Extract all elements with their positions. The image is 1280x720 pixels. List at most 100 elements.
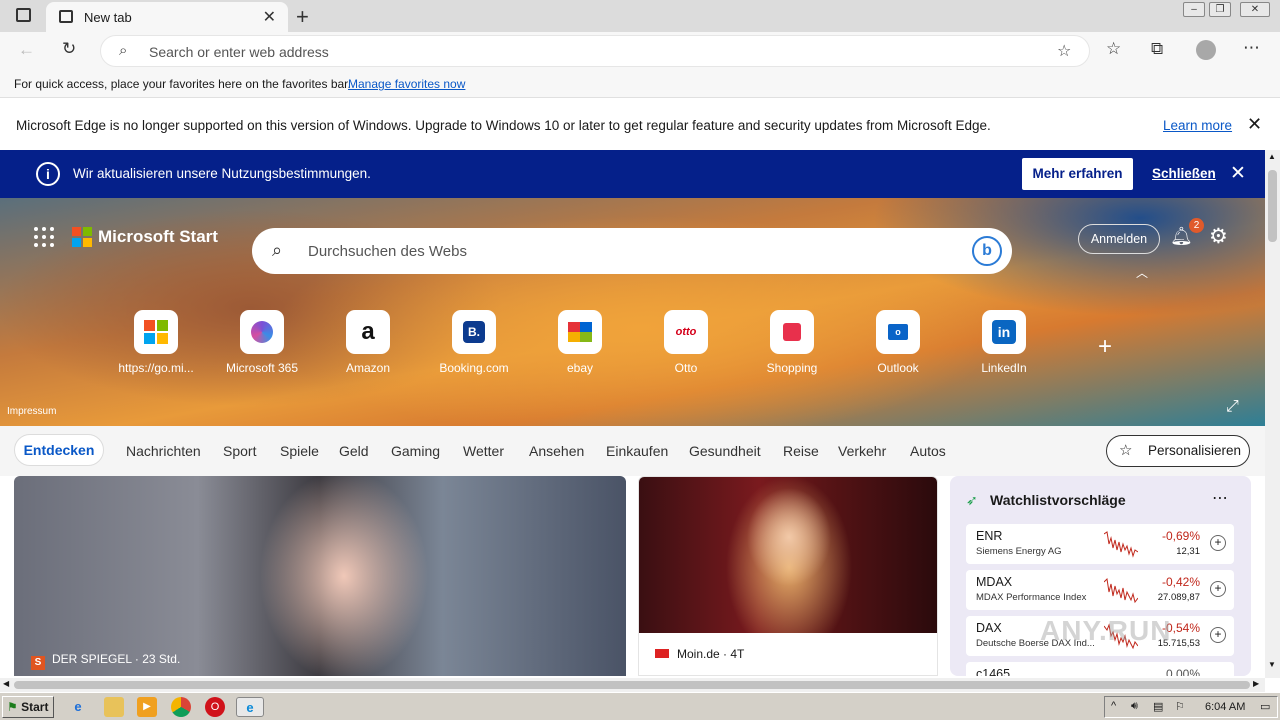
add-to-watchlist-icon[interactable]: +: [1210, 581, 1226, 597]
tab-geld[interactable]: Geld: [339, 443, 369, 459]
quicklink-tile[interactable]: ebay: [535, 310, 625, 375]
tab-wetter[interactable]: Wetter: [463, 443, 504, 459]
stock-symbol: c1465: [976, 667, 1011, 676]
close-notice-icon[interactable]: ✕: [1247, 114, 1262, 135]
sign-in-button[interactable]: Anmelden: [1078, 224, 1160, 254]
scroll-thumb[interactable]: [14, 681, 1250, 689]
tab-gesundheit[interactable]: Gesundheit: [689, 443, 761, 459]
quicklink-label: Booking.com: [439, 361, 509, 375]
quicklink-tile[interactable]: a Amazon: [323, 310, 413, 375]
tab-title: New tab: [84, 10, 132, 25]
close-banner-link[interactable]: Schließen: [1152, 166, 1216, 181]
stock-price: 27.089,87: [1157, 592, 1200, 603]
back-icon[interactable]: ←: [18, 40, 35, 60]
quicklink-tile[interactable]: https://go.mi...: [111, 310, 201, 375]
more-options-icon[interactable]: ⋯: [1212, 488, 1228, 508]
quicklink-tile[interactable]: o Outlook: [853, 310, 943, 375]
moin-logo-icon: [655, 649, 669, 658]
title-bar: New tab ✕ + – ❐ ✕: [0, 0, 1280, 32]
manage-favorites-link[interactable]: Manage favorites now: [348, 77, 465, 91]
stock-symbol: MDAX: [976, 575, 1013, 589]
add-shortcut-icon[interactable]: +: [1098, 333, 1112, 361]
horizontal-scrollbar[interactable]: ◀ ▶: [0, 678, 1265, 692]
brand-title[interactable]: Microsoft Start: [98, 227, 218, 247]
show-desktop-icon[interactable]: ▭: [1260, 700, 1270, 713]
favorites-icon[interactable]: ☆: [1106, 39, 1121, 59]
profile-avatar[interactable]: [1196, 40, 1216, 60]
tab-ansehen[interactable]: Ansehen: [529, 443, 584, 459]
quicklink-tile[interactable]: otto Otto: [641, 310, 731, 375]
address-bar[interactable]: ⌕ Search or enter web address ☆: [100, 35, 1090, 67]
volume-icon[interactable]: 🔊︎: [1131, 700, 1138, 713]
spiegel-logo-icon: S: [31, 656, 45, 670]
tab-reise[interactable]: Reise: [783, 443, 819, 459]
restore-button[interactable]: ❐: [1209, 2, 1231, 17]
quicklink-label: Otto: [674, 361, 698, 375]
tab-new-tab[interactable]: New tab ✕: [46, 2, 288, 32]
minimize-button[interactable]: –: [1183, 2, 1205, 17]
scroll-left-icon[interactable]: ◀: [3, 679, 9, 688]
clock[interactable]: 6:04 AM: [1205, 701, 1245, 713]
add-to-watchlist-icon[interactable]: +: [1210, 627, 1226, 643]
chrome-icon[interactable]: [171, 697, 191, 717]
learn-more-link[interactable]: Learn more: [1163, 118, 1232, 133]
new-tab-button[interactable]: +: [296, 4, 309, 30]
close-window-button[interactable]: ✕: [1240, 2, 1270, 17]
tray-expand-icon[interactable]: ^: [1111, 700, 1116, 712]
folder-icon[interactable]: [104, 697, 124, 717]
settings-gear-icon[interactable]: ⚙: [1209, 224, 1228, 249]
watermark: ANY.RUN: [1040, 615, 1172, 646]
stock-row[interactable]: ENR Siemens Energy AG -0,69% 12,31 +: [966, 524, 1234, 564]
scroll-down-icon[interactable]: ▼: [1268, 660, 1276, 669]
web-search-box[interactable]: ⌕ Durchsuchen des Webs b: [252, 228, 1012, 274]
windows-flag-icon: ⚑: [7, 700, 18, 714]
quicklink-tile[interactable]: B. Booking.com: [429, 310, 519, 375]
quicklink-tile[interactable]: Microsoft 365: [217, 310, 307, 375]
vertical-scrollbar[interactable]: ▲ ▼: [1265, 150, 1280, 678]
quicklink-tile[interactable]: Shopping: [747, 310, 837, 375]
tab-einkaufen[interactable]: Einkaufen: [606, 443, 668, 459]
refresh-icon[interactable]: ↻: [62, 39, 76, 59]
edge-icon[interactable]: e: [236, 697, 264, 717]
scroll-up-icon[interactable]: ▲: [1268, 152, 1276, 161]
quicklink-tile[interactable]: in LinkedIn: [959, 310, 1049, 375]
ie-icon[interactable]: e: [68, 697, 88, 717]
tab-entdecken[interactable]: Entdecken: [14, 434, 104, 466]
bing-chat-icon[interactable]: b: [972, 236, 1002, 266]
tab-gaming[interactable]: Gaming: [391, 443, 440, 459]
impressum-link[interactable]: Impressum: [7, 406, 56, 417]
add-favorite-icon[interactable]: ☆: [1057, 41, 1071, 61]
network-icon[interactable]: ▤: [1153, 700, 1163, 713]
news-card-secondary[interactable]: Moin.de · 4T: [638, 476, 938, 676]
tab-actions-icon[interactable]: [16, 8, 31, 22]
scroll-right-icon[interactable]: ▶: [1253, 679, 1259, 688]
banner-text: Wir aktualisieren unsere Nutzungsbestimm…: [73, 166, 371, 181]
tab-sport[interactable]: Sport: [223, 443, 256, 459]
scroll-thumb[interactable]: [1268, 170, 1277, 242]
unsupported-os-notice: Microsoft Edge is no longer supported on…: [0, 100, 1280, 150]
collections-icon[interactable]: ⧉: [1151, 39, 1163, 59]
close-tab-icon[interactable]: ✕: [263, 7, 276, 27]
tab-verkehr[interactable]: Verkehr: [838, 443, 886, 459]
flag-icon[interactable]: ⚐: [1175, 700, 1185, 713]
chevron-up-icon[interactable]: ︿: [1136, 264, 1148, 281]
stock-symbol: DAX: [976, 621, 1002, 635]
add-to-watchlist-icon[interactable]: +: [1210, 535, 1226, 551]
close-banner-icon[interactable]: ✕: [1230, 162, 1246, 185]
stock-row[interactable]: MDAX MDAX Performance Index -0,42% 27.08…: [966, 570, 1234, 610]
app-launcher-icon[interactable]: [34, 227, 54, 247]
stock-row[interactable]: c1465 0,00%: [966, 662, 1234, 676]
stock-name: Siemens Energy AG: [976, 546, 1062, 557]
news-card-main[interactable]: S DER SPIEGEL · 23 Std.: [14, 476, 626, 676]
tab-autos[interactable]: Autos: [910, 443, 946, 459]
personalize-button[interactable]: ☆ Personalisieren: [1106, 435, 1250, 467]
tab-spiele[interactable]: Spiele: [280, 443, 319, 459]
expand-icon[interactable]: ⤢: [1226, 398, 1239, 416]
start-button[interactable]: ⚑ Start: [2, 696, 54, 718]
more-menu-icon[interactable]: ⋯: [1243, 38, 1260, 58]
learn-more-button[interactable]: Mehr erfahren: [1022, 158, 1133, 190]
microsoft-logo-icon: [72, 227, 92, 247]
tab-nachrichten[interactable]: Nachrichten: [126, 443, 201, 459]
media-player-icon[interactable]: ▶: [137, 697, 157, 717]
opera-icon[interactable]: O: [205, 697, 225, 717]
